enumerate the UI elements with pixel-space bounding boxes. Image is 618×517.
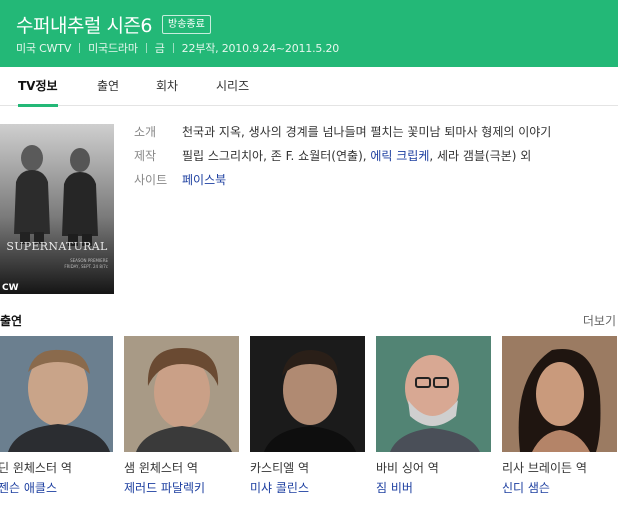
- poster-premiere: SEASON PREMIERE: [70, 258, 108, 263]
- meta-divider: [79, 43, 81, 53]
- tab-cast[interactable]: 출연: [97, 67, 119, 106]
- tab-episodes[interactable]: 회차: [156, 67, 178, 106]
- cast-actor-link[interactable]: 짐 비버: [376, 479, 413, 496]
- cast-photo[interactable]: [250, 336, 365, 452]
- cast-role: 리사 브레이든 역: [502, 461, 587, 475]
- status-badge: 방송종료: [162, 15, 211, 34]
- production-label: 제작: [134, 149, 157, 163]
- cast-actor-link[interactable]: 제러드 파달렉키: [124, 479, 205, 496]
- more-link[interactable]: 더보기: [583, 312, 616, 329]
- production-link-writer[interactable]: 에릭 크립케: [370, 149, 429, 163]
- meta-airday: 금: [154, 42, 165, 55]
- show-info: 소개 천국과 지옥, 생사의 경계를 넘나들며 펼치는 꽃미남 퇴마사 형제의 …: [134, 124, 551, 196]
- cast-role: 딘 윈체스터 역: [0, 461, 72, 475]
- poster-title: SUPERNATURAL: [6, 240, 108, 253]
- title-header: 수퍼내추럴 시즌6 방송종료 미국 CWTV 미국드라마 금 22부작, 201…: [0, 0, 618, 67]
- cast-actor-link[interactable]: 신디 샘슨: [502, 479, 550, 496]
- info-row-intro: 소개 천국과 지옥, 생사의 경계를 넘나들며 펼치는 꽃미남 퇴마사 형제의 …: [134, 124, 551, 148]
- cast-role: 샘 윈체스터 역: [124, 461, 198, 475]
- site-label: 사이트: [134, 173, 168, 187]
- cast-photo[interactable]: [376, 336, 491, 452]
- production-directors: 필립 스그리치아, 존 F. 쇼월터(연출),: [182, 149, 371, 163]
- production-writers: , 세라 갬블(극본) 외: [429, 149, 532, 163]
- cast-photo[interactable]: [124, 336, 239, 452]
- meta-episodes: 22부작, 2010.9.24~2011.5.20: [181, 42, 340, 55]
- cast-actor-link[interactable]: 미샤 콜린스: [250, 479, 309, 496]
- cast-photo-art: [502, 336, 617, 452]
- intro-label: 소개: [134, 125, 157, 139]
- meta-divider: [145, 43, 147, 53]
- cast-role: 바비 싱어 역: [376, 461, 439, 475]
- cast-photo-art: [0, 336, 113, 452]
- meta-info: 미국 CWTV 미국드라마 금 22부작, 2010.9.24~2011.5.2…: [16, 40, 339, 56]
- cast-actor-link[interactable]: 젠슨 애클스: [0, 479, 57, 496]
- cast-photo-art: [250, 336, 365, 452]
- meta-genre: 미국드라마: [88, 42, 138, 55]
- cast-photo-art: [376, 336, 491, 452]
- cast-section-title: 출연: [0, 314, 23, 328]
- production-value: 필립 스그리치아, 존 F. 쇼월터(연출), 에릭 크립케, 세라 갬블(극본…: [182, 148, 531, 172]
- site-link[interactable]: 페이스북: [182, 173, 226, 187]
- meta-divider: [172, 43, 174, 53]
- info-row-site: 사이트 페이스북: [134, 172, 551, 196]
- tab-tv-info[interactable]: TV정보: [18, 67, 58, 107]
- tab-series[interactable]: 시리즈: [216, 67, 249, 106]
- poster-image[interactable]: SUPERNATURAL SEASON PREMIERE FRIDAY, SEP…: [0, 124, 114, 294]
- poster-art: SUPERNATURAL SEASON PREMIERE FRIDAY, SEP…: [0, 124, 114, 294]
- network-logo: CW: [2, 283, 19, 293]
- intro-value: 천국과 지옥, 생사의 경계를 넘나들며 펼치는 꽃미남 퇴마사 형제의 이야기: [182, 125, 552, 139]
- tab-bar: TV정보 출연 회차 시리즈: [0, 67, 618, 107]
- cast-photo-art: [124, 336, 239, 452]
- poster-premiere-date: FRIDAY, SEPT. 24 8/7c: [64, 264, 108, 269]
- info-row-production: 제작 필립 스그리치아, 존 F. 쇼월터(연출), 에릭 크립케, 세라 갬블…: [134, 148, 551, 172]
- cast-role: 카스티엘 역: [250, 461, 310, 475]
- page-title[interactable]: 수퍼내추럴 시즌6: [16, 11, 153, 38]
- cast-photo[interactable]: [0, 336, 113, 452]
- meta-channel: 미국 CWTV: [16, 42, 72, 55]
- cast-photo[interactable]: [502, 336, 617, 452]
